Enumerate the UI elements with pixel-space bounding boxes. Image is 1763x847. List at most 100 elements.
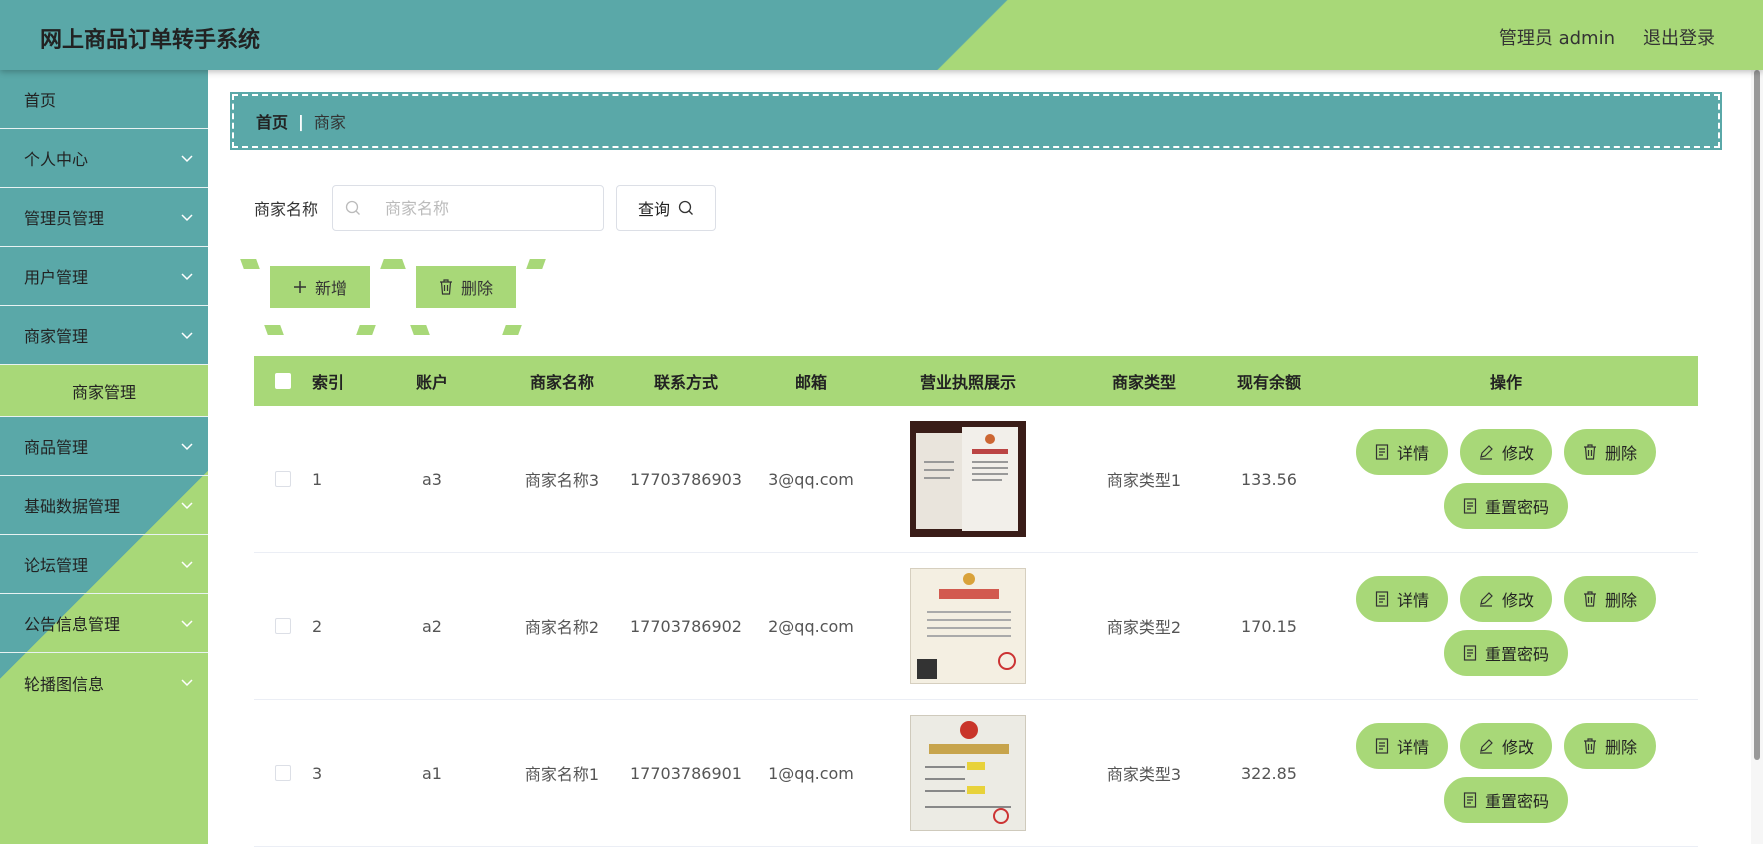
cell-license xyxy=(872,715,1064,831)
sidebar-item-label: 商品管理 xyxy=(24,438,89,457)
reset-password-button[interactable]: 重置密码 xyxy=(1444,777,1568,823)
sidebar-item-home[interactable]: 首页 xyxy=(0,70,208,129)
sidebar-item-merchant-management[interactable]: 商家管理 xyxy=(0,306,208,365)
detail-button[interactable]: 详情 xyxy=(1356,429,1448,475)
sidebar-item-label: 个人中心 xyxy=(24,150,89,169)
breadcrumb-separator: | xyxy=(298,111,304,131)
sidebar-item-admin-management[interactable]: 管理员管理 xyxy=(0,188,208,247)
edit-button-label: 修改 xyxy=(1501,738,1534,757)
edit-button[interactable]: 修改 xyxy=(1460,723,1552,769)
search-label: 商家名称 xyxy=(254,200,319,219)
col-header-type: 商家类型 xyxy=(1111,373,1176,392)
detail-button-label: 详情 xyxy=(1396,444,1429,463)
cell-actions: 详情 修改 删除 重置密码 xyxy=(1314,723,1698,823)
reset-password-button[interactable]: 重置密码 xyxy=(1444,630,1568,676)
vertical-scrollbar[interactable] xyxy=(1751,70,1763,844)
row-checkbox-cell xyxy=(254,471,312,487)
edit-button[interactable]: 修改 xyxy=(1460,429,1552,475)
cell-name: 商家名称3 xyxy=(524,471,600,490)
row-checkbox[interactable] xyxy=(275,765,291,781)
row-checkbox[interactable] xyxy=(275,471,291,487)
reset-password-label: 重置密码 xyxy=(1484,792,1549,811)
sidebar-item-label: 首页 xyxy=(24,91,57,110)
detail-button[interactable]: 详情 xyxy=(1356,723,1448,769)
trash-icon xyxy=(439,279,452,295)
col-header-license: 营业执照展示 xyxy=(919,373,1016,392)
sidebar-item-forum[interactable]: 论坛管理 xyxy=(0,535,208,594)
cell-actions: 详情 修改 删除 重置密码 xyxy=(1314,429,1698,529)
edit-button-label: 修改 xyxy=(1501,444,1534,463)
table-row: 1 a3 商家名称3 17703786903 3@qq.com 商家类型1 13… xyxy=(254,406,1698,553)
document-icon xyxy=(1463,498,1477,514)
trash-icon xyxy=(1583,591,1596,607)
merchant-name-search-input[interactable] xyxy=(385,198,586,218)
search-input-wrapper xyxy=(332,185,605,231)
detail-button[interactable]: 详情 xyxy=(1356,576,1448,622)
business-license-image[interactable] xyxy=(910,568,1026,684)
chevron-down-icon xyxy=(181,443,193,451)
search-icon xyxy=(345,200,360,215)
chevron-down-icon xyxy=(181,155,193,163)
reset-password-button[interactable]: 重置密码 xyxy=(1444,483,1568,529)
cell-type: 商家类型3 xyxy=(1106,765,1182,784)
query-button-label: 查询 xyxy=(638,200,671,219)
scrollbar-thumb[interactable] xyxy=(1754,70,1760,760)
main-content: 首页 | 商家 商家名称 查询 新增 删除 索引 账户 商家名称 联系方式 邮箱… xyxy=(208,70,1763,847)
business-license-image[interactable] xyxy=(910,421,1026,537)
pencil-icon xyxy=(1479,592,1493,607)
license-photo-graphic xyxy=(917,573,1016,679)
sidebar: 首页 个人中心 管理员管理 用户管理 商家管理 商家管理 商品管理 基础数据管理… xyxy=(0,70,208,844)
table-header: 索引 账户 商家名称 联系方式 邮箱 营业执照展示 商家类型 现有余额 操作 xyxy=(254,356,1698,406)
sidebar-item-announcements[interactable]: 公告信息管理 xyxy=(0,594,208,653)
select-all-checkbox[interactable] xyxy=(275,373,291,389)
plus-icon xyxy=(293,281,306,293)
admin-user-label[interactable]: 管理员 admin xyxy=(1499,24,1615,50)
license-photo-graphic xyxy=(925,721,1011,824)
col-header-name: 商家名称 xyxy=(529,373,594,392)
table-row: 2 a2 商家名称2 17703786902 2@qq.com 商家类型2 17… xyxy=(254,553,1698,700)
breadcrumb-home[interactable]: 首页 xyxy=(256,109,288,133)
sidebar-item-personal-center[interactable]: 个人中心 xyxy=(0,129,208,188)
add-button-label: 新增 xyxy=(314,279,347,298)
query-button[interactable]: 查询 xyxy=(616,185,717,231)
select-all-cell xyxy=(254,373,312,389)
sidebar-item-product-management[interactable]: 商品管理 xyxy=(0,417,208,476)
edit-button[interactable]: 修改 xyxy=(1460,576,1552,622)
sidebar-subitem-merchant-management[interactable]: 商家管理 xyxy=(0,365,208,417)
sidebar-item-carousel[interactable]: 轮播图信息 xyxy=(0,653,208,712)
add-button[interactable]: 新增 xyxy=(270,266,370,308)
sidebar-item-basic-data[interactable]: 基础数据管理 xyxy=(0,476,208,535)
breadcrumb-current: 商家 xyxy=(313,113,346,132)
sidebar-item-label: 基础数据管理 xyxy=(24,497,121,516)
cell-account: a1 xyxy=(422,763,442,783)
document-icon xyxy=(1375,444,1389,460)
chevron-down-icon xyxy=(181,273,193,281)
edit-button-label: 修改 xyxy=(1501,591,1534,610)
sidebar-item-user-management[interactable]: 用户管理 xyxy=(0,247,208,306)
business-license-image[interactable] xyxy=(910,715,1026,831)
chevron-down-icon xyxy=(181,214,193,222)
cell-actions: 详情 修改 删除 重置密码 xyxy=(1314,576,1698,676)
col-header-phone: 联系方式 xyxy=(653,373,718,392)
reset-password-label: 重置密码 xyxy=(1484,645,1549,664)
sidebar-subitem-label: 商家管理 xyxy=(71,382,136,402)
cell-phone: 17703786903 xyxy=(630,469,742,489)
reset-password-label: 重置密码 xyxy=(1484,498,1549,517)
document-icon xyxy=(1463,645,1477,661)
row-checkbox[interactable] xyxy=(275,618,291,634)
row-delete-button[interactable]: 删除 xyxy=(1564,723,1656,769)
table-row: 3 a1 商家名称1 17703786901 1@qq.com 商家类型3 32… xyxy=(254,700,1698,847)
cell-email: 2@qq.com xyxy=(768,616,854,636)
row-delete-button[interactable]: 删除 xyxy=(1564,429,1656,475)
row-delete-button[interactable]: 删除 xyxy=(1564,576,1656,622)
delete-button-label: 删除 xyxy=(460,279,493,298)
cell-license xyxy=(872,568,1064,684)
chevron-down-icon xyxy=(181,332,193,340)
app-title: 网上商品订单转手系统 xyxy=(40,28,261,53)
cell-index: 2 xyxy=(312,616,323,636)
cell-type: 商家类型2 xyxy=(1106,618,1182,637)
cell-phone: 17703786902 xyxy=(630,616,742,636)
detail-button-label: 详情 xyxy=(1396,738,1429,757)
logout-link[interactable]: 退出登录 xyxy=(1643,24,1715,50)
delete-button[interactable]: 删除 xyxy=(416,266,516,308)
